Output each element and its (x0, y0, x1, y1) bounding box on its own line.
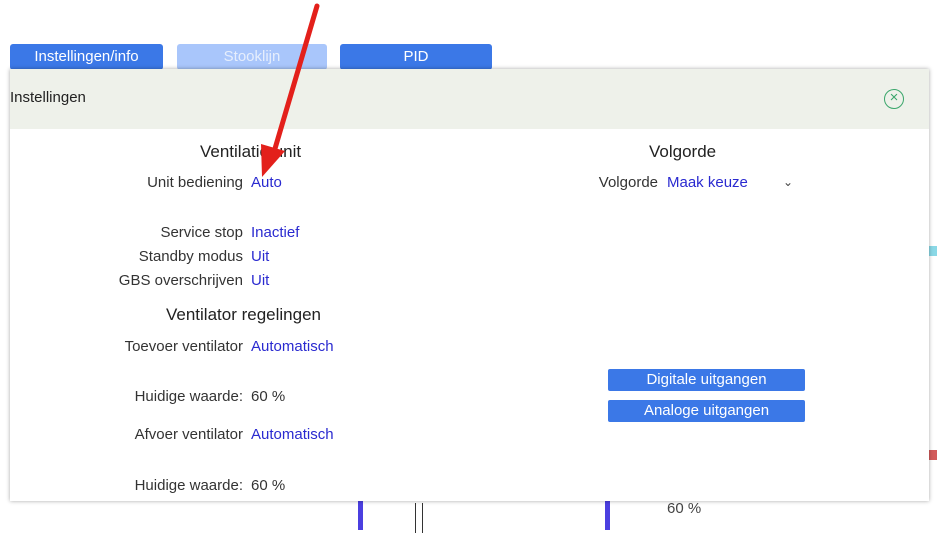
panel-header: Instellingen × (10, 69, 929, 129)
ventilator-regelingen-heading: Ventilator regelingen (166, 305, 322, 324)
chevron-down-icon[interactable]: ⌄ (783, 175, 793, 189)
standby-modus-value[interactable]: Uit (251, 248, 269, 265)
ventilatie-unit-heading: Ventilatie unit (200, 142, 302, 161)
gbs-overschrijven-value[interactable]: Uit (251, 272, 269, 289)
service-stop-label: Service stop (160, 224, 243, 241)
tab-stooklijn[interactable]: Stooklijn (177, 44, 327, 70)
huidige-waarde-toevoer-value: 60 % (251, 388, 286, 405)
tab-pid[interactable]: PID (340, 44, 492, 70)
settings-panel: Instellingen × Ventilatie unit Unit bedi… (10, 69, 929, 501)
volgorde-label: Volgorde (598, 174, 658, 191)
service-stop-value[interactable]: Inactief (251, 224, 299, 241)
toevoer-ventilator-label: Toevoer ventilator (124, 338, 243, 355)
toevoer-ventilator-value[interactable]: Automatisch (251, 338, 334, 355)
afvoer-ventilator-label: Afvoer ventilator (134, 426, 243, 443)
huidige-waarde-afvoer-value: 60 % (251, 477, 286, 494)
huidige-waarde-afvoer-label: Huidige waarde: (134, 477, 243, 494)
huidige-waarde-toevoer-label: Huidige waarde: (134, 388, 243, 405)
unit-bediening-label: Unit bediening (147, 174, 243, 191)
volgorde-select[interactable]: Maak keuze (667, 174, 748, 191)
background-value-left: 60 % (667, 500, 702, 517)
volgorde-heading: Volgorde (649, 142, 717, 161)
analoge-uitgangen-button[interactable]: Analoge uitgangen (608, 400, 805, 422)
background-duct (358, 496, 610, 533)
tab-instellingen-info[interactable]: Instellingen/info (10, 44, 163, 70)
panel-title: Instellingen (10, 89, 86, 106)
gbs-overschrijven-label: GBS overschrijven (118, 272, 243, 289)
unit-bediening-value[interactable]: Auto (251, 174, 282, 191)
background-filter-icon (415, 503, 423, 533)
standby-modus-label: Standby modus (138, 248, 243, 265)
close-icon[interactable]: × (884, 89, 904, 109)
afvoer-ventilator-value[interactable]: Automatisch (251, 426, 334, 443)
digitale-uitgangen-button[interactable]: Digitale uitgangen (608, 369, 805, 391)
